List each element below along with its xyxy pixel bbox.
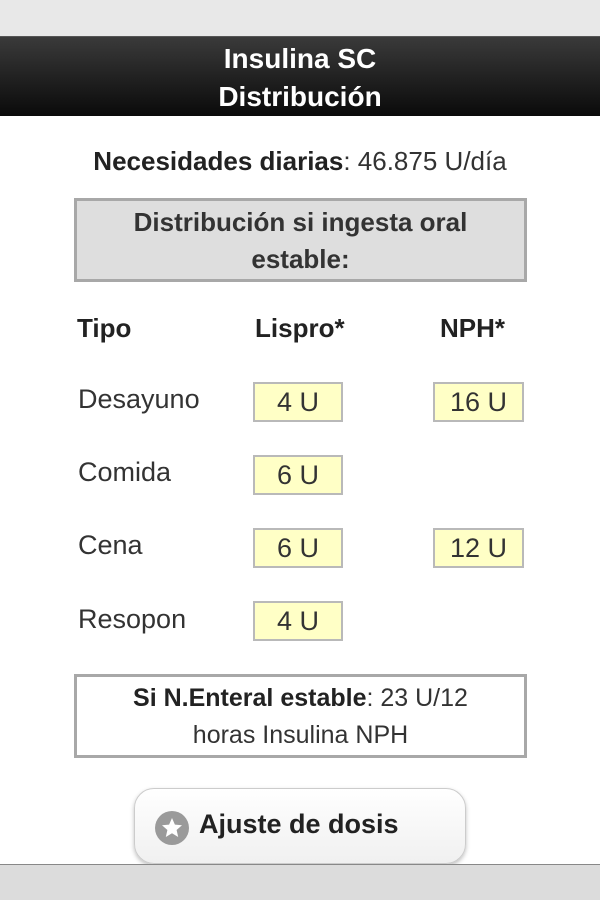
top-bar (0, 0, 600, 36)
row-label-cena: Cena (78, 530, 143, 560)
comida-lispro-dose: 6 U (253, 455, 343, 495)
enteral-line2: horas Insulina NPH (192, 721, 409, 749)
dose-adjust-label: Ajuste de dosis (199, 809, 399, 839)
row-label-desayuno: Desayuno (78, 384, 200, 414)
header-nph: NPH* (440, 313, 506, 343)
daily-needs: Necesidades diarias: 46.875 U/día (0, 146, 600, 177)
enteral-line1: Si N.Enteral estable: 23 U/12 (77, 680, 524, 717)
header-lispro: Lispro* (255, 313, 345, 343)
star-icon (155, 811, 189, 845)
page-title-line2: Distribución (218, 81, 382, 112)
main-content: Necesidades diarias: 46.875 U/día Distri… (0, 116, 600, 864)
dose-adjust-button[interactable]: Ajuste de dosis (134, 788, 466, 864)
oral-distribution-line1: Distribución si ingesta oral (133, 207, 468, 237)
daily-needs-value: : 46.875 U/día (343, 146, 507, 176)
daily-needs-label: Necesidades diarias (93, 146, 344, 176)
page-title-line1: Insulina SC (223, 43, 377, 74)
enteral-box: Si N.Enteral estable: 23 U/12 horas Insu… (74, 674, 527, 758)
oral-distribution-box: Distribución si ingesta oral estable: (74, 198, 527, 282)
desayuno-lispro-dose: 4 U (253, 382, 343, 422)
footer-bar (0, 864, 600, 900)
header-tipo: Tipo (77, 313, 132, 343)
oral-distribution-line2: estable: (251, 244, 350, 274)
resopon-lispro-dose: 4 U (253, 601, 343, 641)
row-label-resopon: Resopon (78, 604, 187, 634)
cena-lispro-dose: 6 U (253, 528, 343, 568)
row-label-comida: Comida (78, 457, 172, 487)
desayuno-nph-dose: 16 U (433, 382, 524, 422)
enteral-label: Si N.Enteral estable (133, 684, 367, 712)
cena-nph-dose: 12 U (433, 528, 524, 568)
page-header: Insulina SC Distribución (0, 36, 600, 116)
enteral-value: : 23 U/12 (366, 684, 468, 712)
